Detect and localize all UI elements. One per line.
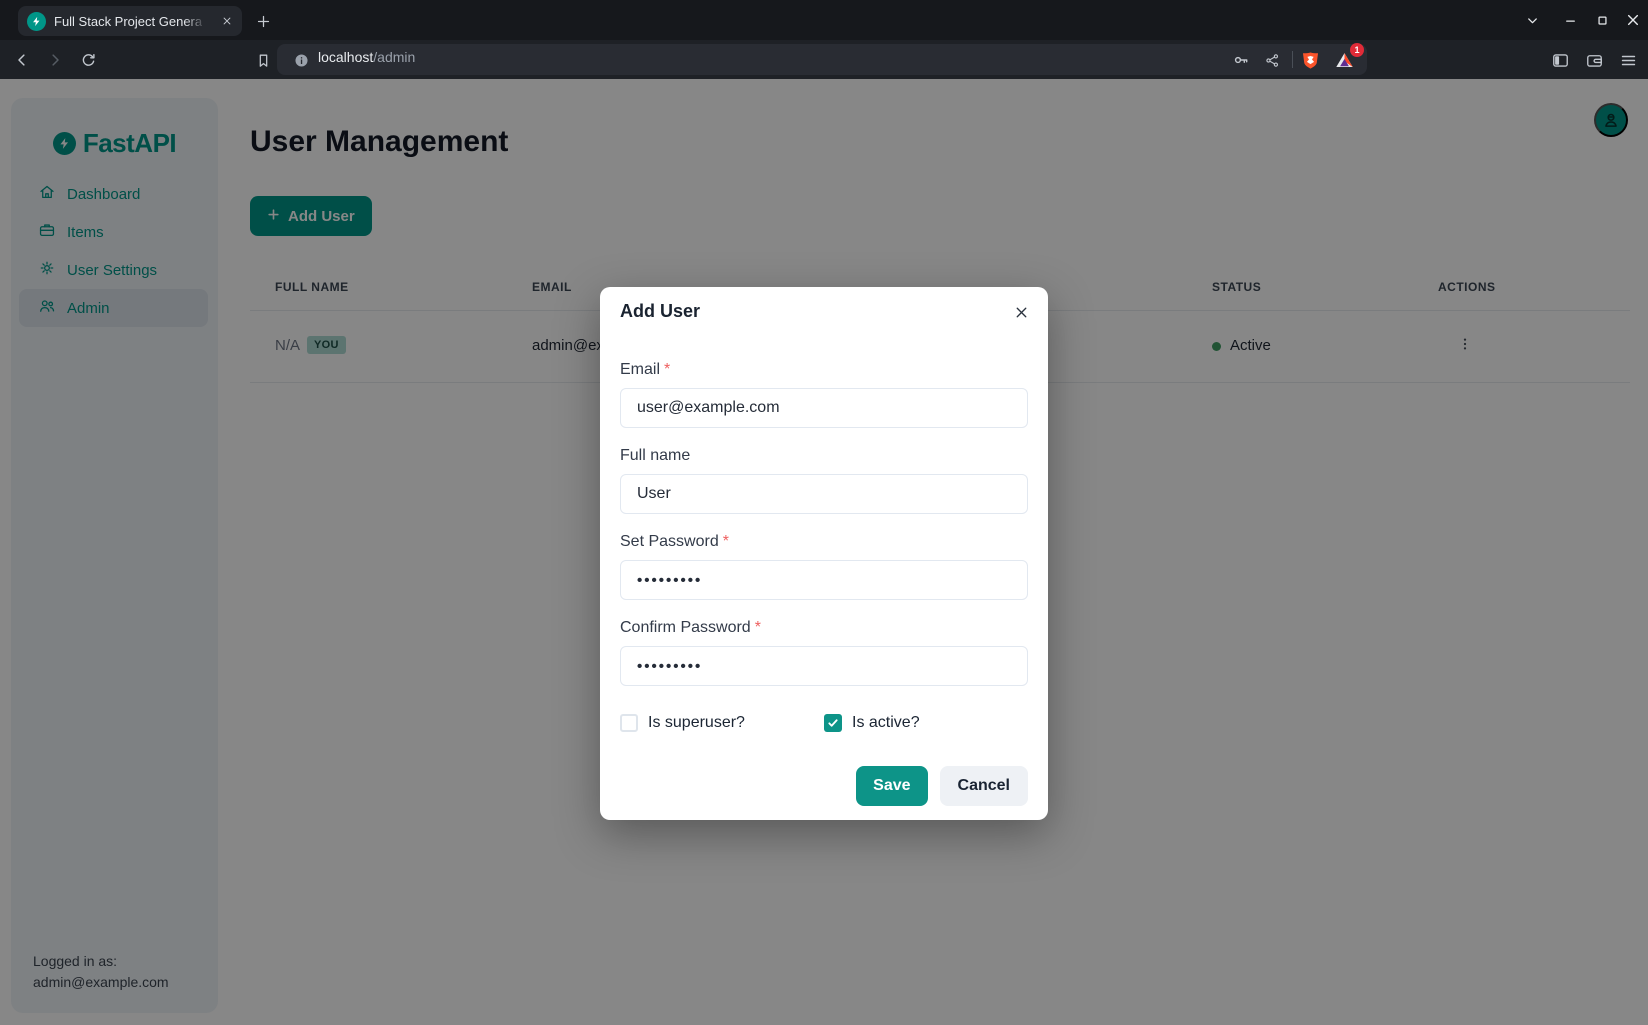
checkbox-checked-icon xyxy=(824,714,842,732)
required-asterisk: * xyxy=(755,619,761,636)
set-password-label: Set Password* xyxy=(620,530,1028,554)
tab-strip: Full Stack Project Genera xyxy=(0,0,1648,40)
full-name-field[interactable] xyxy=(620,474,1028,514)
email-label: Email* xyxy=(620,358,1028,382)
tab-search-chevron-icon[interactable] xyxy=(1520,8,1544,32)
modal-close-icon[interactable] xyxy=(1006,297,1036,327)
new-tab-button[interactable] xyxy=(251,9,275,33)
email-field[interactable] xyxy=(620,388,1028,428)
modal-title: Add User xyxy=(620,299,1028,322)
url-bar[interactable] xyxy=(277,44,1367,75)
url-host: localhost xyxy=(318,49,373,65)
is-superuser-checkbox[interactable]: Is superuser? xyxy=(620,714,824,732)
tab-title: Full Stack Project Genera xyxy=(54,14,202,29)
password-key-icon[interactable] xyxy=(1228,47,1254,73)
back-icon[interactable] xyxy=(9,47,35,73)
add-user-modal: Add User Email* Full name Set Password* … xyxy=(600,287,1048,820)
brave-shield-icon[interactable] xyxy=(1297,47,1323,73)
tab-close-icon[interactable] xyxy=(218,12,236,30)
browser-tab[interactable]: Full Stack Project Genera xyxy=(18,6,242,36)
confirm-password-field-group: Confirm Password* xyxy=(620,616,1028,686)
fastapi-favicon-icon xyxy=(27,12,46,31)
set-password-field-group: Set Password* xyxy=(620,530,1028,600)
toolbar-divider xyxy=(1292,51,1293,68)
confirm-password-field[interactable] xyxy=(620,646,1028,686)
sidebar-toggle-icon[interactable] xyxy=(1547,47,1573,73)
email-field-group: Email* xyxy=(620,358,1028,428)
bookmark-icon[interactable] xyxy=(250,47,276,73)
browser-toolbar: localhost/admin 1 xyxy=(0,40,1648,79)
wallet-icon[interactable] xyxy=(1581,47,1607,73)
forward-icon[interactable] xyxy=(42,47,68,73)
url-text: localhost/admin xyxy=(318,49,415,65)
rewards-notification-badge: 1 xyxy=(1350,43,1364,57)
required-asterisk: * xyxy=(723,533,729,550)
modal-footer: Save Cancel xyxy=(620,766,1028,806)
window-minimize-icon[interactable] xyxy=(1558,8,1582,32)
full-name-field-group: Full name xyxy=(620,444,1028,514)
confirm-password-label: Confirm Password* xyxy=(620,616,1028,640)
window-maximize-icon[interactable] xyxy=(1590,8,1614,32)
checkbox-row: Is superuser? Is active? xyxy=(620,714,1028,732)
site-info-icon[interactable] xyxy=(288,47,314,73)
share-icon[interactable] xyxy=(1259,47,1285,73)
checkbox-unchecked-icon xyxy=(620,714,638,732)
reload-icon[interactable] xyxy=(75,47,101,73)
required-asterisk: * xyxy=(664,361,670,378)
full-name-label: Full name xyxy=(620,444,1028,468)
save-button[interactable]: Save xyxy=(856,766,927,806)
window-close-icon[interactable] xyxy=(1621,8,1645,32)
set-password-field[interactable] xyxy=(620,560,1028,600)
tab-title-fade xyxy=(184,8,212,34)
browser-window: Full Stack Project Genera xyxy=(0,0,1648,1025)
is-active-checkbox[interactable]: Is active? xyxy=(824,714,1028,732)
menu-hamburger-icon[interactable] xyxy=(1615,47,1641,73)
cancel-button[interactable]: Cancel xyxy=(940,766,1028,806)
url-path: /admin xyxy=(373,49,415,65)
